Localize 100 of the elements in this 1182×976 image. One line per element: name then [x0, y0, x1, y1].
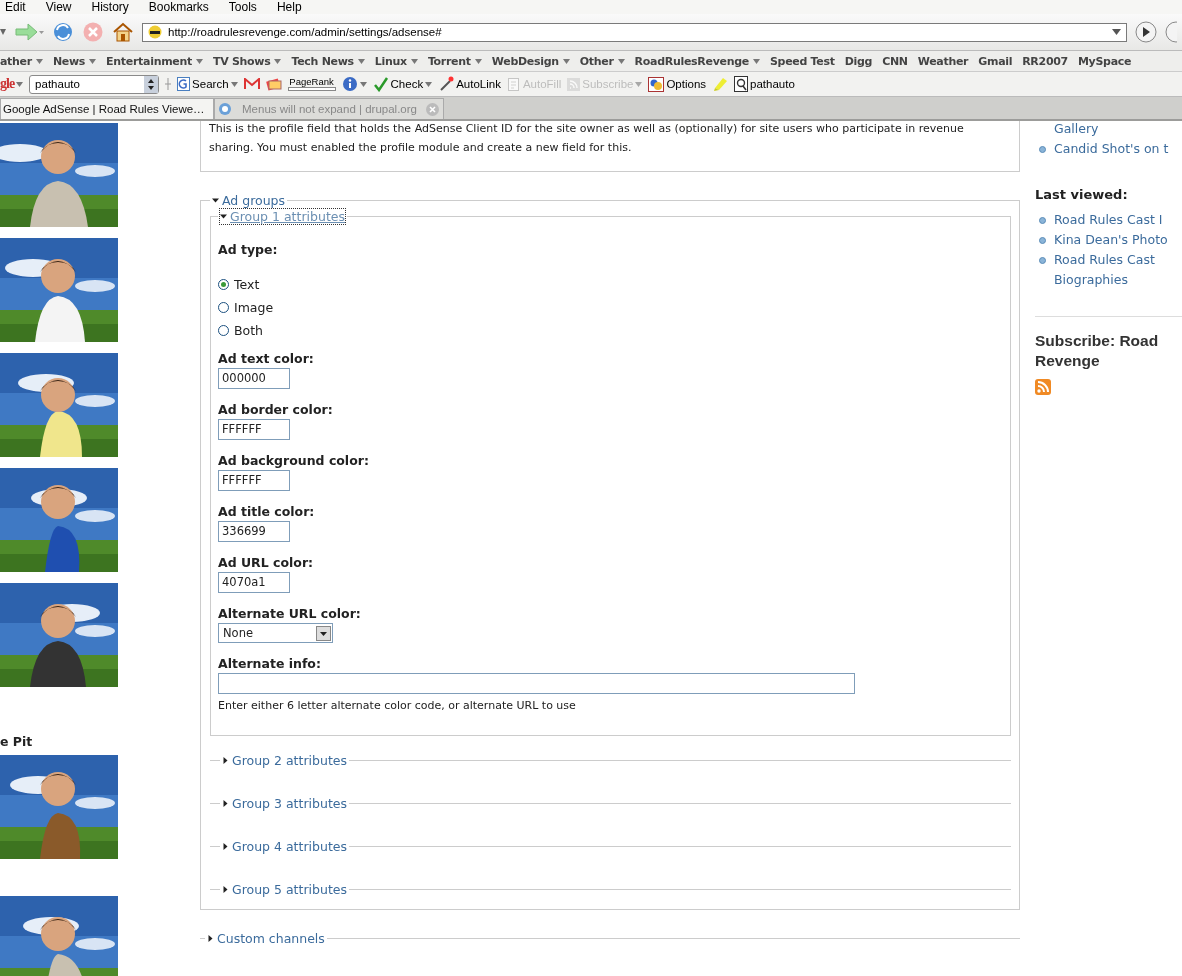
bookmark-folder[interactable]: Tech News [291, 54, 365, 68]
text-field[interactable] [218, 673, 855, 694]
google-g-icon [177, 77, 191, 91]
bookmark-folder[interactable]: Linux [374, 54, 418, 68]
bookmark-link[interactable]: RR2007 [1022, 54, 1068, 68]
text-field[interactable]: 336699 [218, 521, 290, 542]
fieldset-toggle-link[interactable]: Custom channels [217, 931, 325, 946]
bullet-icon [1039, 237, 1046, 244]
dropdown-arrow-icon[interactable] [1112, 29, 1121, 35]
round-button-icon[interactable] [1165, 21, 1177, 43]
sidebar-link[interactable]: Kina Dean's Photo [1054, 230, 1168, 250]
expanded-arrow-icon[interactable] [212, 197, 219, 204]
fieldset-toggle-link[interactable]: Group 2 attributes [232, 753, 347, 768]
field-label: Ad type: [218, 242, 278, 257]
collapsed-arrow-icon[interactable] [222, 886, 229, 893]
expanded-arrow-icon[interactable] [220, 213, 227, 220]
back-arrow-icon[interactable] [0, 27, 6, 37]
sidebar-link[interactable]: Road Rules Cast Biographies [1054, 250, 1178, 290]
menu-item[interactable]: Help [276, 1, 302, 13]
bookmark-link[interactable]: Gmail [978, 54, 1013, 68]
browser-tab[interactable]: Google AdSense | Road Rules Viewe… [0, 98, 214, 119]
text-field[interactable]: 4070a1 [218, 572, 290, 593]
toolbar-button[interactable]: Search [177, 77, 238, 91]
magic-wand-icon[interactable] [438, 76, 455, 92]
resize-handle-icon[interactable] [165, 78, 172, 90]
caret-icon [89, 58, 97, 64]
pagerank-button[interactable]: PageRank [287, 77, 336, 91]
collapsed-arrow-icon[interactable] [222, 843, 229, 850]
field-label: Ad border color: [218, 402, 333, 417]
fieldset-toggle-link[interactable]: Group 3 attributes [232, 796, 347, 811]
caret-icon [410, 58, 418, 64]
bookmark-link[interactable]: Speed Test [769, 54, 835, 68]
address-bar[interactable]: http://roadrulesrevenge.com/admin/settings/adsense# [142, 22, 1127, 42]
caret-icon [359, 81, 367, 87]
caret-icon [617, 58, 625, 64]
caret-icon [357, 58, 365, 64]
fieldset-toggle-link[interactable]: Ad groups [222, 193, 286, 208]
menu-item[interactable]: History [91, 1, 129, 13]
bullet-icon [1039, 257, 1046, 264]
caret-icon [230, 81, 238, 87]
caret-icon [474, 58, 482, 64]
sidebar-link[interactable]: Candid Shot's on t [1054, 139, 1169, 159]
field-label: Ad text color: [218, 351, 314, 366]
bookmark-link[interactable]: Weather [917, 54, 969, 68]
bullet-icon [1039, 217, 1046, 224]
info-icon[interactable] [341, 76, 358, 92]
radio-option[interactable]: Image [218, 300, 274, 315]
cards-icon[interactable] [265, 77, 282, 91]
block-heading: e Pit [0, 734, 34, 748]
bookmark-folder[interactable]: Other [579, 54, 625, 68]
sidebar-link[interactable]: Road Rules Cast I [1054, 210, 1163, 230]
menu-item[interactable]: Bookmarks [148, 1, 209, 13]
bookmark-link[interactable]: MySpace [1077, 54, 1132, 68]
toolbar-button[interactable]: pathauto [734, 76, 795, 92]
field-label: Alternate URL color: [218, 606, 361, 621]
toolbar-button[interactable]: AutoLink [438, 76, 501, 92]
field-description: Enter either 6 letter alternate color code, or alternate URL to use [218, 699, 576, 712]
bookmark-link[interactable]: Digg [844, 54, 873, 68]
field-description: This is the profile field that holds the AdSense Client ID for the site owner as well as (optionally) for site users who participate in revenue sharing. You must enabled the profile module and create a new field for this. [209, 122, 964, 154]
caret-icon [562, 58, 570, 64]
options-icon[interactable] [648, 76, 665, 92]
toolbar-button[interactable]: Check [372, 76, 433, 92]
radio-option[interactable]: Both [218, 323, 274, 338]
block-heading: Last viewed: [1035, 187, 1129, 202]
collapsed-arrow-icon[interactable] [207, 935, 214, 942]
toolbar-button[interactable]: Options [648, 76, 707, 92]
collapsed-arrow-icon[interactable] [222, 757, 229, 764]
text-field[interactable]: 000000 [218, 368, 290, 389]
sidebar-link[interactable]: Gallery [1054, 121, 1099, 139]
spin-arrows-icon [148, 78, 155, 90]
bookmark-folder[interactable]: WebDesign [491, 54, 570, 68]
search-page-icon[interactable] [734, 76, 749, 92]
bookmark-folder[interactable]: News [52, 54, 97, 68]
fieldset-toggle-link[interactable]: Group 4 attributes [232, 839, 347, 854]
menu-item[interactable]: Edit [5, 1, 26, 13]
radio-option[interactable]: Text [218, 277, 274, 292]
bookmark-folder[interactable]: Entertainment [106, 54, 203, 68]
text-field[interactable]: FFFFFF [218, 419, 290, 440]
menu-item[interactable]: Tools [228, 1, 257, 13]
bookmark-link[interactable]: CNN [882, 54, 908, 68]
page-icon [217, 101, 233, 117]
text-field[interactable]: FFFFFF [218, 470, 290, 491]
bookmark-folder[interactable]: Torrent [427, 54, 482, 68]
mail-icon[interactable] [243, 78, 260, 90]
bullet-icon [1039, 146, 1046, 153]
toolbar-search-field[interactable]: pathauto [29, 74, 160, 94]
toolbar-logo[interactable]: gle [0, 76, 15, 92]
fieldset-toggle-link[interactable]: Group 1 attributes [230, 209, 345, 224]
bookmark-folder[interactable]: RoadRulesRevenge [634, 54, 760, 68]
spellcheck-icon[interactable] [372, 76, 389, 92]
bookmark-folder[interactable]: ather [0, 54, 43, 68]
menu-item[interactable]: View [45, 1, 72, 13]
home-icon[interactable] [112, 22, 134, 42]
go-button-icon[interactable] [1135, 21, 1157, 43]
select-dropdown[interactable]: None [218, 623, 333, 643]
fieldset-toggle-link[interactable]: Group 5 attributes [232, 882, 347, 897]
bookmark-folder[interactable]: TV Shows [213, 54, 282, 68]
block-heading: Subscribe: Road Revenge [1035, 331, 1160, 371]
reload-icon[interactable] [52, 21, 74, 43]
collapsed-arrow-icon[interactable] [222, 800, 229, 807]
